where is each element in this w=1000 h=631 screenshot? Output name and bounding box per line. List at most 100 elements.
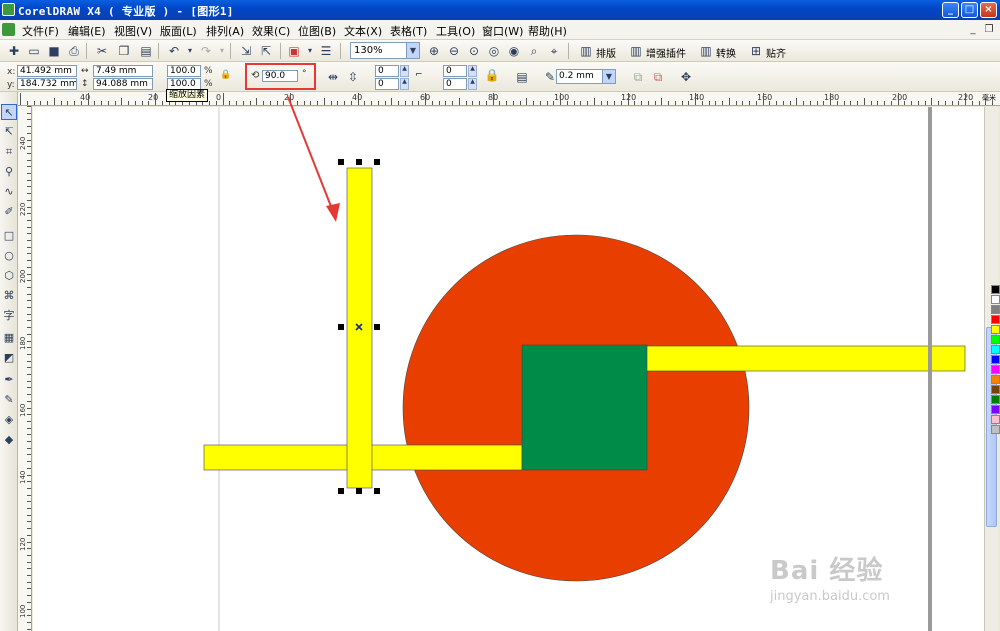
basic-shapes-tool-icon[interactable]: ⌘	[1, 288, 17, 304]
corner-top-right-spin[interactable]: ▲	[468, 65, 477, 77]
zoom-out-icon[interactable]: ⊖	[446, 43, 462, 59]
outline-width-select[interactable]: 0.2 mm ▼	[556, 69, 616, 84]
redo-dropdown-icon[interactable]: ▾	[214, 43, 230, 59]
wrap-text-icon[interactable]: ▤	[514, 69, 530, 85]
welcome-screen-icon[interactable]: ☰	[318, 43, 334, 59]
corner-bottom-left-spin[interactable]: ▲	[400, 78, 409, 90]
maximize-button[interactable]: □	[961, 2, 978, 18]
freehand-tool-icon[interactable]: ∿	[1, 184, 17, 200]
menu-bitmaps[interactable]: 位图(B)	[298, 23, 336, 39]
corner-top-left-spin[interactable]: ▲	[400, 65, 409, 77]
corner-top-left-field[interactable]: 0	[375, 65, 399, 77]
export-icon[interactable]: ⇱	[258, 43, 274, 59]
menu-table[interactable]: 表格(T)	[390, 23, 427, 39]
open-icon[interactable]: ▭	[26, 43, 42, 59]
zoom-width-icon[interactable]: ⌕	[526, 43, 542, 59]
mirror-vertical-icon[interactable]: ⇳	[345, 69, 361, 85]
x-position-field[interactable]: 41.492 mm	[17, 65, 77, 77]
cut-icon[interactable]: ✂	[94, 43, 110, 59]
zoom-tool-icon[interactable]: ⚲	[1, 164, 17, 180]
snap-icon[interactable]: ⊞	[748, 43, 764, 59]
doc-minimize-button[interactable]: _	[967, 24, 979, 36]
document-icon[interactable]	[2, 23, 15, 36]
to-back-icon[interactable]: ⧉	[650, 69, 666, 85]
zoom-level-select[interactable]: 130% ▼	[350, 42, 420, 59]
height-field[interactable]: 94.088 mm	[93, 78, 153, 90]
palette-swatch[interactable]	[991, 395, 1000, 404]
print-icon[interactable]: ⎙	[66, 43, 82, 59]
vertical-ruler[interactable]: 240 220 200 180 160 140 120 100	[18, 106, 32, 631]
menu-edit[interactable]: 编辑(E)	[68, 23, 106, 39]
menu-text[interactable]: 文本(X)	[344, 23, 382, 39]
horizontal-yellow-bar-right[interactable]	[644, 345, 966, 372]
undo-icon[interactable]: ↶	[166, 43, 182, 59]
import-icon[interactable]: ⇲	[238, 43, 254, 59]
polygon-tool-icon[interactable]: ⬡	[1, 268, 17, 284]
convert-to-curves-icon[interactable]: ✥	[678, 69, 694, 85]
crop-tool-icon[interactable]: ⌗	[1, 144, 17, 160]
palette-swatch[interactable]	[991, 305, 1000, 314]
text-tool-icon[interactable]: 字	[1, 308, 17, 324]
corner-bottom-left-field[interactable]: 0	[375, 78, 399, 90]
palette-swatch[interactable]	[991, 325, 1000, 334]
mirror-horizontal-icon[interactable]: ⇹	[325, 69, 341, 85]
snap-button[interactable]: 贴齐	[766, 45, 786, 60]
corner-top-right-field[interactable]: 0	[443, 65, 467, 77]
color-palette[interactable]	[991, 107, 1000, 631]
menu-file[interactable]: 文件(F)	[22, 23, 59, 39]
plugin-button[interactable]: 增强插件	[646, 45, 686, 60]
plugin-icon[interactable]: ▥	[628, 43, 644, 59]
palette-swatch[interactable]	[991, 385, 1000, 394]
launcher-dropdown-icon[interactable]: ▾	[302, 43, 318, 59]
palette-swatch[interactable]	[991, 365, 1000, 374]
palette-swatch[interactable]	[991, 335, 1000, 344]
palette-swatch[interactable]	[991, 375, 1000, 384]
lock-ratio-icon[interactable]: 🔒	[220, 70, 231, 80]
zoom-in-icon[interactable]: ⊕	[426, 43, 442, 59]
minimize-button[interactable]: _	[942, 2, 959, 18]
interactive-fill-tool-icon[interactable]: ◆	[1, 432, 17, 448]
chevron-down-icon[interactable]: ▼	[406, 43, 419, 58]
palette-swatch[interactable]	[991, 315, 1000, 324]
paste-icon[interactable]: ▤	[138, 43, 154, 59]
new-document-icon[interactable]: ✚	[6, 43, 22, 59]
round-corners-lock-icon[interactable]: 🔒	[484, 67, 500, 83]
palette-swatch[interactable]	[991, 345, 1000, 354]
table-tool-icon[interactable]: ▦	[1, 330, 17, 346]
scale-x-field[interactable]: 100.0	[167, 65, 201, 77]
palette-swatch[interactable]	[991, 415, 1000, 424]
interactive-blend-tool-icon[interactable]: ◩	[1, 350, 17, 366]
copy-icon[interactable]: ❐	[116, 43, 132, 59]
eyedropper-tool-icon[interactable]: ✒	[1, 372, 17, 388]
green-square-shape[interactable]	[521, 344, 648, 471]
doc-restore-button[interactable]: ❐	[983, 24, 995, 36]
zoom-page-icon[interactable]: ◉	[506, 43, 522, 59]
corner-bottom-right-field[interactable]: 0	[443, 78, 467, 90]
zoom-selected-icon[interactable]: ⊙	[466, 43, 482, 59]
pick-tool-icon[interactable]: ↖	[1, 104, 17, 120]
y-position-field[interactable]: 184.732 mm	[17, 78, 77, 90]
menu-tools[interactable]: 工具(O)	[436, 23, 475, 39]
palette-swatch[interactable]	[991, 295, 1000, 304]
convert-button[interactable]: 转换	[716, 45, 736, 60]
zoom-height-icon[interactable]: ⌖	[546, 43, 562, 59]
zoom-all-icon[interactable]: ◎	[486, 43, 502, 59]
rectangle-tool-icon[interactable]: □	[1, 228, 17, 244]
chevron-down-icon[interactable]: ▼	[602, 70, 615, 83]
menu-effects[interactable]: 效果(C)	[252, 23, 290, 39]
corner-bottom-right-spin[interactable]: ▲	[468, 78, 477, 90]
shape-tool-icon[interactable]: ↸	[1, 124, 17, 140]
undo-dropdown-icon[interactable]: ▾	[182, 43, 198, 59]
palette-swatch[interactable]	[991, 355, 1000, 364]
menu-window[interactable]: 窗口(W)	[482, 23, 523, 39]
close-button[interactable]: ×	[980, 2, 997, 18]
layout-button[interactable]: 排版	[596, 45, 616, 60]
palette-swatch[interactable]	[991, 285, 1000, 294]
palette-swatch[interactable]	[991, 405, 1000, 414]
menu-help[interactable]: 帮助(H)	[528, 23, 567, 39]
width-field[interactable]: 7.49 mm	[93, 65, 153, 77]
application-launcher-icon[interactable]: ▣	[286, 43, 302, 59]
fill-tool-icon[interactable]: ◈	[1, 412, 17, 428]
layout-icon[interactable]: ▥	[578, 43, 594, 59]
menu-layout[interactable]: 版面(L)	[160, 23, 197, 39]
